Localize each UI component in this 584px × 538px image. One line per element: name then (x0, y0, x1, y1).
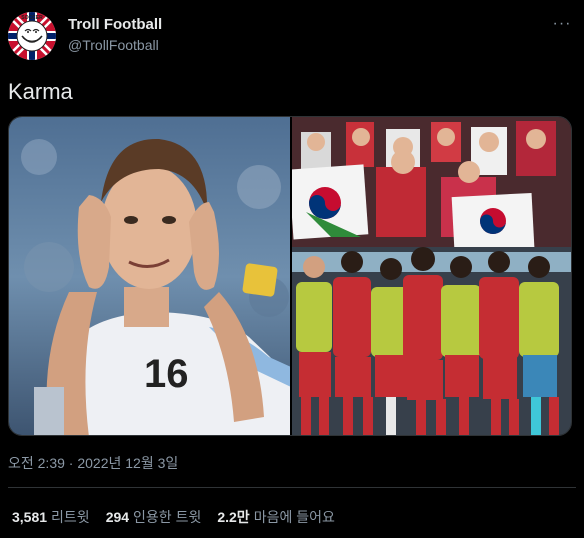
shirt-number: 16 (144, 352, 189, 396)
retweets-label: 리트윗 (51, 509, 90, 525)
media-photo-celebration[interactable] (291, 117, 571, 435)
avatar-text: SOCCER (21, 15, 43, 21)
media-divider (290, 117, 292, 435)
quotes-label: 인용한 트윗 (133, 509, 202, 525)
handle[interactable]: @TrollFootball (68, 37, 159, 53)
likes-stat[interactable]: 2.2만 마음에 들어요 (217, 507, 335, 527)
quotes-stat[interactable]: 294 인용한 트윗 (106, 507, 202, 527)
likes-label: 마음에 들어요 (253, 509, 335, 525)
avatar[interactable]: SOCCER (8, 12, 56, 60)
display-name[interactable]: Troll Football (68, 16, 162, 33)
retweets-count: 3,581 (12, 509, 48, 525)
media-grid[interactable]: 16 (8, 116, 572, 436)
tweet-timestamp[interactable]: 오전 2:39 · 2022년 12월 3일 (8, 453, 178, 473)
divider (8, 487, 576, 488)
retweets-stat[interactable]: 3,581 리트윗 (12, 507, 90, 527)
tweet: SOCCER Troll Football @TrollFootball ···… (0, 0, 584, 538)
tweet-stats: 3,581 리트윗 294 인용한 트윗 2.2만 마음에 들어요 (12, 507, 335, 527)
player-photo: 16 (9, 117, 291, 435)
more-horizontal-icon[interactable]: ··· (552, 14, 572, 34)
media-photo-player[interactable]: 16 (9, 117, 291, 435)
celebration-photo (291, 117, 571, 435)
troll-face-logo-icon: SOCCER (8, 12, 56, 60)
likes-count: 2.2만 (217, 509, 250, 525)
tweet-text: Karma (8, 79, 73, 104)
quotes-count: 294 (105, 509, 130, 525)
